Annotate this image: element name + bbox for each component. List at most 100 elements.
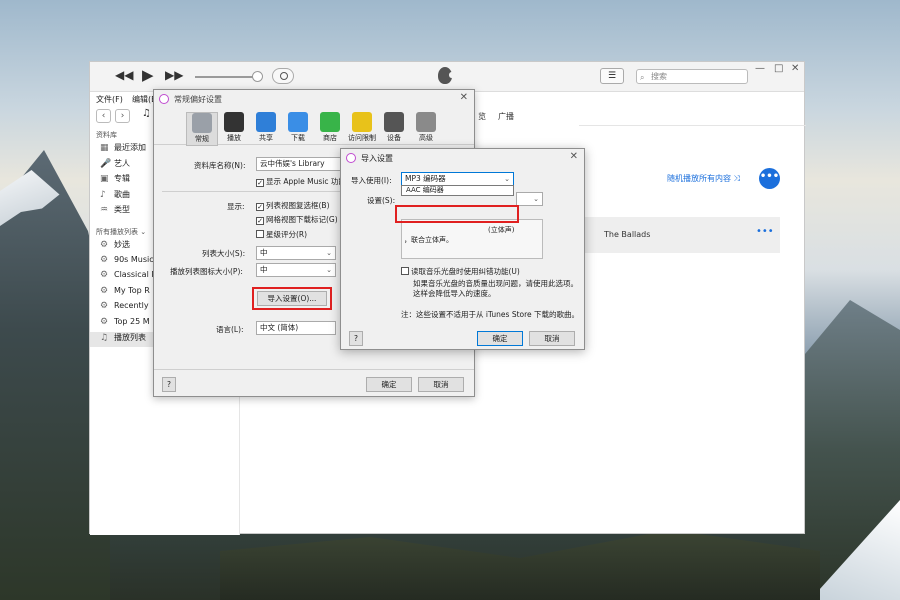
library-name-input[interactable]: 云中伟娱's Library (256, 157, 348, 171)
tab-store[interactable]: 商店 (314, 112, 346, 143)
more-options-button[interactable]: ••• (759, 168, 780, 189)
close-icon[interactable]: ✕ (791, 63, 799, 74)
sidebar-item[interactable]: ♒ 类型 (100, 204, 130, 219)
language-select[interactable]: 中文 (简体) (256, 321, 336, 335)
icon-size-select[interactable]: 中 ⌄ (256, 263, 336, 277)
star-rating-label: 星级评分(R) (266, 230, 308, 239)
album-icon: ▣ (100, 174, 109, 184)
chevron-down-icon: ⌄ (326, 249, 332, 257)
apple-music-checkbox[interactable]: ✓ 显示 Apple Music 功能 (256, 176, 346, 187)
smart-playlist-icon: ⚙ (100, 285, 109, 296)
album-more-icon[interactable]: ••• (756, 226, 774, 237)
settings-select[interactable]: ⌄ (516, 192, 543, 206)
tab-playback[interactable]: 播放 (218, 112, 250, 143)
tab-advanced[interactable]: 高级 (410, 112, 442, 143)
sidebar-item[interactable]: ⚙ Classical M (100, 270, 158, 285)
list-size-value: 中 (260, 248, 268, 257)
cancel-button[interactable]: 取消 (418, 377, 464, 392)
playlist-icon: ♫ (100, 333, 109, 343)
back-icon[interactable]: ‹ (96, 109, 111, 123)
error-correction-note: 如果音乐光盘的音质量出现问题，请使用此选项。这样会降低导入的速度。 (413, 279, 578, 298)
sidebar-item-label: 歌曲 (114, 189, 130, 199)
store-icon (320, 112, 340, 132)
playlists-heading[interactable]: 所有播放列表 ⌄ (96, 227, 146, 237)
grid-download-checkbox[interactable]: ✓ 网格视图下载标记(G) (256, 214, 338, 225)
fast-forward-icon[interactable]: ▶▶ (165, 68, 183, 82)
sidebar-item[interactable]: ⚙ Recently (100, 301, 149, 316)
toolbar-label: 常规 (195, 135, 209, 143)
close-icon[interactable]: ✕ (460, 92, 468, 103)
minimize-icon[interactable]: — (755, 63, 765, 74)
checkbox-checked-icon: ✓ (256, 203, 264, 211)
sidebar-item[interactable]: ⚙ Top 25 M (100, 317, 150, 332)
airplay-icon[interactable] (272, 68, 294, 84)
tab-restrictions[interactable]: 访问限制 (346, 112, 378, 143)
volume-knob[interactable] (252, 71, 263, 82)
sidebar-item-label: 妙选 (114, 240, 130, 249)
list-view-checkbox[interactable]: ✓ 列表视图复选框(B) (256, 200, 330, 211)
tab-browse[interactable]: 览 (478, 111, 486, 122)
search-input[interactable]: ⌕ 搜索 (636, 69, 748, 84)
sidebar-item[interactable]: ⚙ 妙选 (100, 239, 130, 254)
shuffle-all-link[interactable]: 随机播放所有内容 ⤨ (667, 173, 740, 184)
divider (162, 191, 340, 192)
toolbar-label: 商店 (323, 134, 337, 142)
import-using-label: 导入使用(I): (351, 176, 392, 185)
smart-playlist-icon: ⚙ (100, 301, 109, 311)
cancel-button[interactable]: 取消 (529, 331, 575, 346)
download-icon (288, 112, 308, 132)
encoder-dropdown-list: AAC 编码器AIFF 编码器Apple 无损编码器MP3 编码器WAV 编码器 (401, 185, 514, 196)
sidebar-item[interactable]: 🎤 艺人 (100, 158, 130, 173)
sidebar-item-label: Top 25 M (114, 316, 150, 326)
dropdown-option[interactable]: AAC 编码器 (404, 186, 513, 195)
sidebar-item-label: 最近添加 (114, 143, 146, 152)
sidebar-item[interactable]: ▣ 专辑 (100, 173, 130, 188)
search-placeholder: 搜索 (651, 72, 667, 81)
sidebar-item[interactable]: ▦ 最近添加 (100, 142, 146, 157)
music-note-icon[interactable]: ♫ (142, 108, 151, 119)
toolbar-label: 共享 (259, 134, 273, 142)
smart-playlist-icon: ⚙ (100, 254, 109, 265)
sidebar-item[interactable]: ♫ 播放列表 (90, 332, 155, 347)
tab-devices[interactable]: 设备 (378, 112, 410, 143)
store-note: 注：这些设置不适用于从 iTunes Store 下载的歌曲。 (401, 310, 580, 319)
help-button[interactable]: ? (349, 331, 363, 346)
rewind-icon[interactable]: ◀◀ (115, 68, 133, 82)
dialog-title: 导入设置 (361, 154, 393, 163)
sidebar-item-label: 类型 (114, 205, 130, 214)
sidebar-item-label: Recently (114, 301, 149, 310)
toolbar-label: 下载 (291, 134, 305, 142)
restrictions-icon (352, 112, 372, 132)
list-view-button[interactable]: ☰ (600, 68, 624, 84)
close-icon[interactable]: ✕ (570, 151, 578, 162)
help-button[interactable]: ? (162, 377, 176, 392)
maximize-icon[interactable]: □ (774, 63, 783, 74)
ok-button[interactable]: 确定 (366, 377, 412, 392)
sidebar-item[interactable]: ♪ 歌曲 (100, 189, 130, 204)
preferences-toolbar: 常规 播放 共享 下载 商店 访问限制 设备 高级 (154, 110, 474, 146)
star-rating-checkbox[interactable]: 星级评分(R) (256, 229, 307, 240)
volume-slider[interactable] (195, 76, 257, 78)
library-heading: 资料库 (96, 131, 117, 139)
tab-download[interactable]: 下载 (282, 112, 314, 143)
list-size-select[interactable]: 中 ⌄ (256, 246, 336, 260)
import-using-select[interactable]: MP3 编码器 ⌄ (401, 172, 514, 186)
import-settings-dialog: 导入设置 ✕ 导入使用(I): MP3 编码器 ⌄ 设置(S): ⌄ (立体声) … (340, 148, 585, 350)
artist-icon: 🎤 (100, 158, 112, 169)
tab-radio[interactable]: 广播 (498, 111, 514, 122)
sidebar-item[interactable]: ⚙ 90s Music (100, 255, 154, 270)
smart-playlist-icon: ⚙ (100, 240, 109, 250)
ok-button[interactable]: 确定 (477, 331, 523, 346)
tab-general[interactable]: 常规 (186, 112, 218, 146)
menu-file[interactable]: 文件(F) (96, 94, 123, 105)
error-correction-label: 读取音乐光盘时使用纠错功能(U) (411, 267, 520, 276)
play-icon[interactable]: ▶ (142, 66, 154, 84)
error-correction-checkbox[interactable]: 读取音乐光盘时使用纠错功能(U) (401, 266, 520, 277)
dialog-title: 常规偏好设置 (174, 95, 222, 104)
devices-icon (384, 112, 404, 132)
toolbar-label: 高级 (419, 134, 433, 142)
settings-details: (立体声) ，联合立体声。 (401, 219, 543, 259)
forward-icon[interactable]: › (115, 109, 130, 123)
sidebar-item[interactable]: ⚙ My Top R (100, 286, 150, 301)
tab-sharing[interactable]: 共享 (250, 112, 282, 143)
